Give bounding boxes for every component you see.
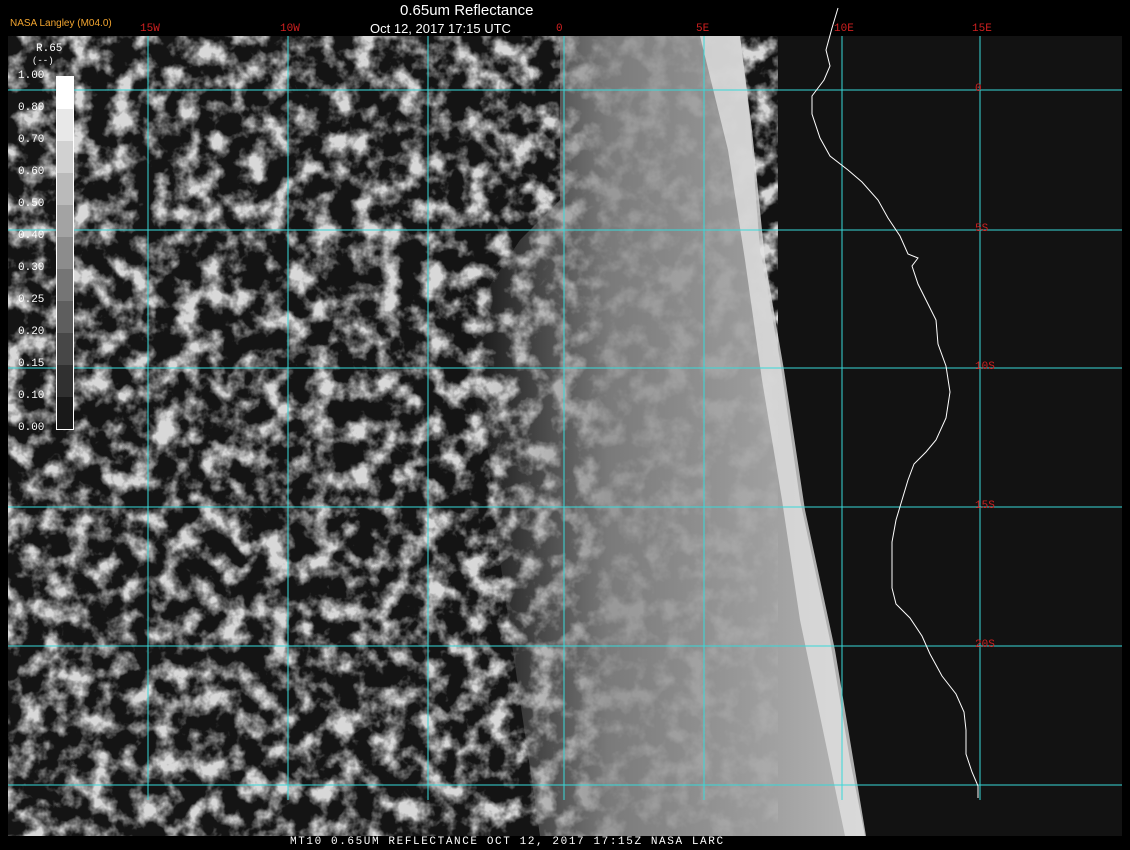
longitude-label: 10E	[834, 23, 854, 35]
latitude-label: 20S	[975, 639, 995, 651]
legend-swatch	[57, 173, 73, 205]
legend-tick-label: 0.70	[18, 134, 45, 146]
legend-swatch	[57, 397, 73, 429]
footer-caption: MT10 0.65UM REFLECTANCE OCT 12, 2017 17:…	[290, 836, 725, 848]
longitude-label: 5E	[696, 23, 710, 35]
legend-swatch	[57, 141, 73, 173]
legend-swatch	[57, 333, 73, 365]
legend-tick-label: 0.10	[18, 390, 45, 402]
legend-swatch	[57, 77, 73, 109]
legend-tick-label: 1.00	[18, 70, 45, 82]
longitude-label: 10W	[280, 23, 300, 35]
credit-label: NASA Langley (M04.0)	[10, 18, 112, 29]
image-timestamp: Oct 12, 2017 17:15 UTC	[370, 21, 511, 36]
legend-tick-label: 0.15	[18, 358, 45, 370]
legend-swatch	[57, 301, 73, 333]
legend-tick-label: 0.40	[18, 230, 45, 242]
legend-units: (--)	[32, 56, 54, 66]
legend-swatch	[57, 109, 73, 141]
latitude-label: 15S	[975, 500, 995, 512]
legend-swatch	[57, 205, 73, 237]
legend-tick-label: 0.50	[18, 198, 45, 210]
color-legend: R.65 (--) 1.00 0.80 0.70 0.60 0.50 0.40 0.30 0.…	[10, 40, 82, 440]
satellite-image	[8, 7, 1122, 836]
image-title: 0.65um Reflectance	[400, 2, 534, 19]
legend-tick-label: 0.80	[18, 102, 45, 114]
latitude-label: 5S	[975, 223, 989, 235]
legend-swatch	[57, 365, 73, 397]
longitude-label: 15E	[972, 23, 992, 35]
longitude-label: 15W	[140, 23, 160, 35]
legend-tick-label: 0.00	[18, 422, 45, 434]
legend-swatch	[57, 269, 73, 301]
longitude-label: 0	[556, 23, 563, 35]
legend-title: R.65	[36, 43, 63, 55]
latitude-label: 10S	[975, 361, 995, 373]
legend-tick-label: 0.30	[18, 262, 45, 274]
legend-tick-label: 0.25	[18, 294, 45, 306]
latitude-label: 0	[975, 83, 982, 95]
legend-colorbar	[56, 76, 74, 430]
legend-tick-label: 0.20	[18, 326, 45, 338]
legend-swatch	[57, 237, 73, 269]
legend-tick-label: 0.60	[18, 166, 45, 178]
